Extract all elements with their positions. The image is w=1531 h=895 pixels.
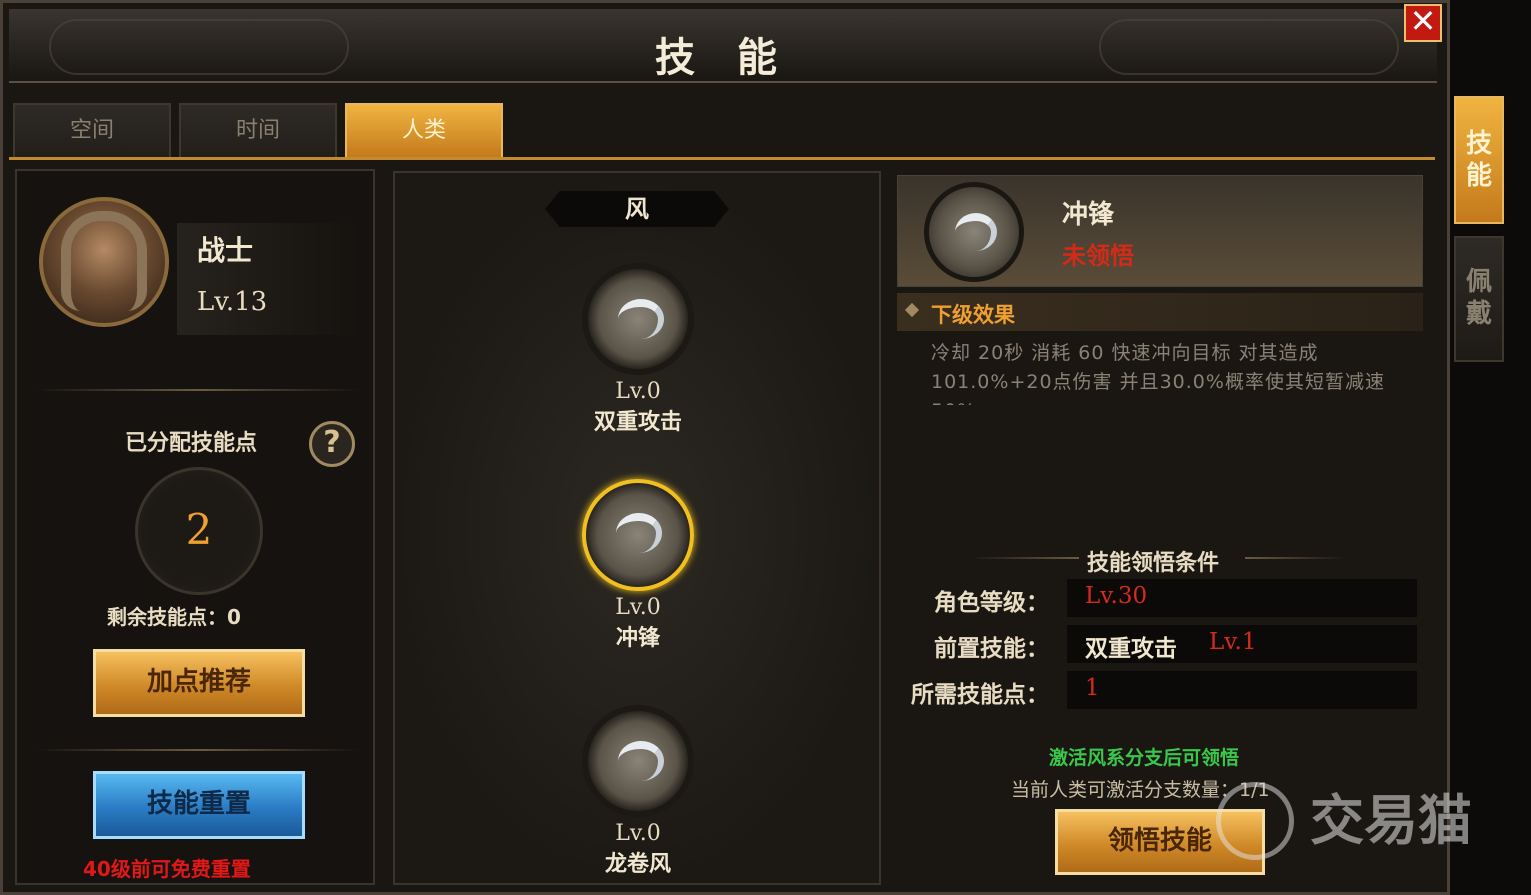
divider-bottom: [35, 749, 361, 751]
skill-node-tornado[interactable]: Lv.0 龙卷风: [573, 705, 703, 878]
recommend-button[interactable]: 加点推荐: [93, 649, 305, 717]
character-class: 战士: [197, 234, 254, 267]
condition-label: 所需技能点：: [911, 682, 1049, 708]
condition-box: 双重攻击 Lv.1: [1067, 625, 1417, 663]
skill-node-double-attack[interactable]: Lv.0 双重攻击: [573, 263, 703, 436]
conditions-title: 技能领悟条件: [1087, 551, 1220, 576]
condition-value: 1: [1085, 675, 1100, 701]
effect-header: 下级效果: [897, 293, 1423, 331]
skill-window: 技 能 空间 时间 人类 战士 Lv.13 已分配技能点 ? 2 剩余技能点：0…: [0, 0, 1450, 895]
swirl-mark: [616, 513, 662, 553]
condition-box: Lv.30: [1067, 579, 1417, 617]
condition-role-level: 角色等级： Lv.30: [901, 579, 1421, 617]
condition-box: 1: [1067, 671, 1417, 709]
cond-line-right: [1245, 557, 1345, 559]
side-tab-skills[interactable]: 技能: [1454, 96, 1504, 224]
condition-label: 前置技能：: [934, 636, 1049, 662]
detail-skill-name: 冲锋: [1062, 200, 1115, 230]
condition-required-points: 所需技能点： 1: [901, 671, 1421, 709]
wind-swirl-icon[interactable]: [582, 263, 694, 375]
cond-line-left: [971, 557, 1079, 559]
effect-description: 冷却 20秒 消耗 60 快速冲向目标 对其造成101.0%+20点伤害 并且3…: [931, 342, 1385, 405]
divider-top: [35, 389, 361, 391]
watermark: 交易猫: [1310, 789, 1472, 852]
branch-title: 风: [545, 191, 729, 227]
close-icon[interactable]: ✕: [1404, 4, 1442, 42]
avatar-hair: [61, 211, 147, 311]
swirl-mark: [618, 741, 664, 781]
condition-label: 角色等级：: [934, 590, 1049, 616]
tab-underline: [9, 157, 1435, 160]
skill-name: 龙卷风: [604, 852, 671, 877]
allocated-points-value: 2: [135, 467, 263, 595]
skill-name: 双重攻击: [593, 410, 682, 435]
tab-space[interactable]: 空间: [13, 103, 171, 157]
activate-hint: 激活风系分支后可领悟: [1049, 747, 1240, 769]
skill-name: 冲锋: [615, 626, 660, 651]
tab-human[interactable]: 人类: [345, 103, 503, 157]
free-reset-note: 40级前可免费重置: [83, 857, 251, 881]
skill-level: Lv.0: [615, 821, 661, 846]
effect-label: 下级效果: [931, 303, 1015, 327]
allocated-points-label: 已分配技能点: [125, 431, 258, 456]
wind-swirl-icon[interactable]: [582, 705, 694, 817]
detail-skill-status: 未领悟: [1062, 242, 1134, 270]
reset-button[interactable]: 技能重置: [93, 771, 305, 839]
swirl-mark: [618, 299, 664, 339]
skill-detail-header: 冲锋 未领悟: [897, 175, 1423, 287]
condition-value: 双重攻击: [1085, 636, 1177, 662]
condition-extra: Lv.1: [1209, 629, 1257, 655]
avatar: [39, 197, 169, 327]
watermark-cat-icon: [1216, 782, 1294, 860]
character-panel: 战士 Lv.13 已分配技能点 ? 2 剩余技能点：0 加点推荐 技能重置 40…: [15, 169, 375, 885]
category-tabs: 空间 时间 人类: [13, 103, 503, 157]
wind-swirl-icon: [924, 182, 1024, 282]
wind-swirl-icon[interactable]: [582, 479, 694, 591]
remaining-points: 剩余技能点：0: [107, 605, 241, 629]
swirl-mark: [955, 213, 997, 251]
diamond-icon: [904, 302, 920, 318]
character-level: Lv.13: [197, 287, 268, 317]
tab-time[interactable]: 时间: [179, 103, 337, 157]
window-title: 技 能: [655, 34, 791, 81]
condition-value: Lv.30: [1085, 583, 1148, 609]
condition-prereq-skill: 前置技能： 双重攻击 Lv.1: [901, 625, 1421, 663]
skill-node-charge[interactable]: Lv.0 冲锋: [573, 479, 703, 652]
title-bar: 技 能: [9, 9, 1437, 83]
help-icon[interactable]: ?: [309, 421, 355, 467]
skill-level: Lv.0: [615, 379, 661, 404]
skill-level: Lv.0: [615, 595, 661, 620]
skill-tree-panel: 风 Lv.0 双重攻击 Lv.0 冲锋 Lv.0 龙卷风: [393, 171, 881, 885]
side-tab-equip[interactable]: 佩戴: [1454, 236, 1504, 362]
